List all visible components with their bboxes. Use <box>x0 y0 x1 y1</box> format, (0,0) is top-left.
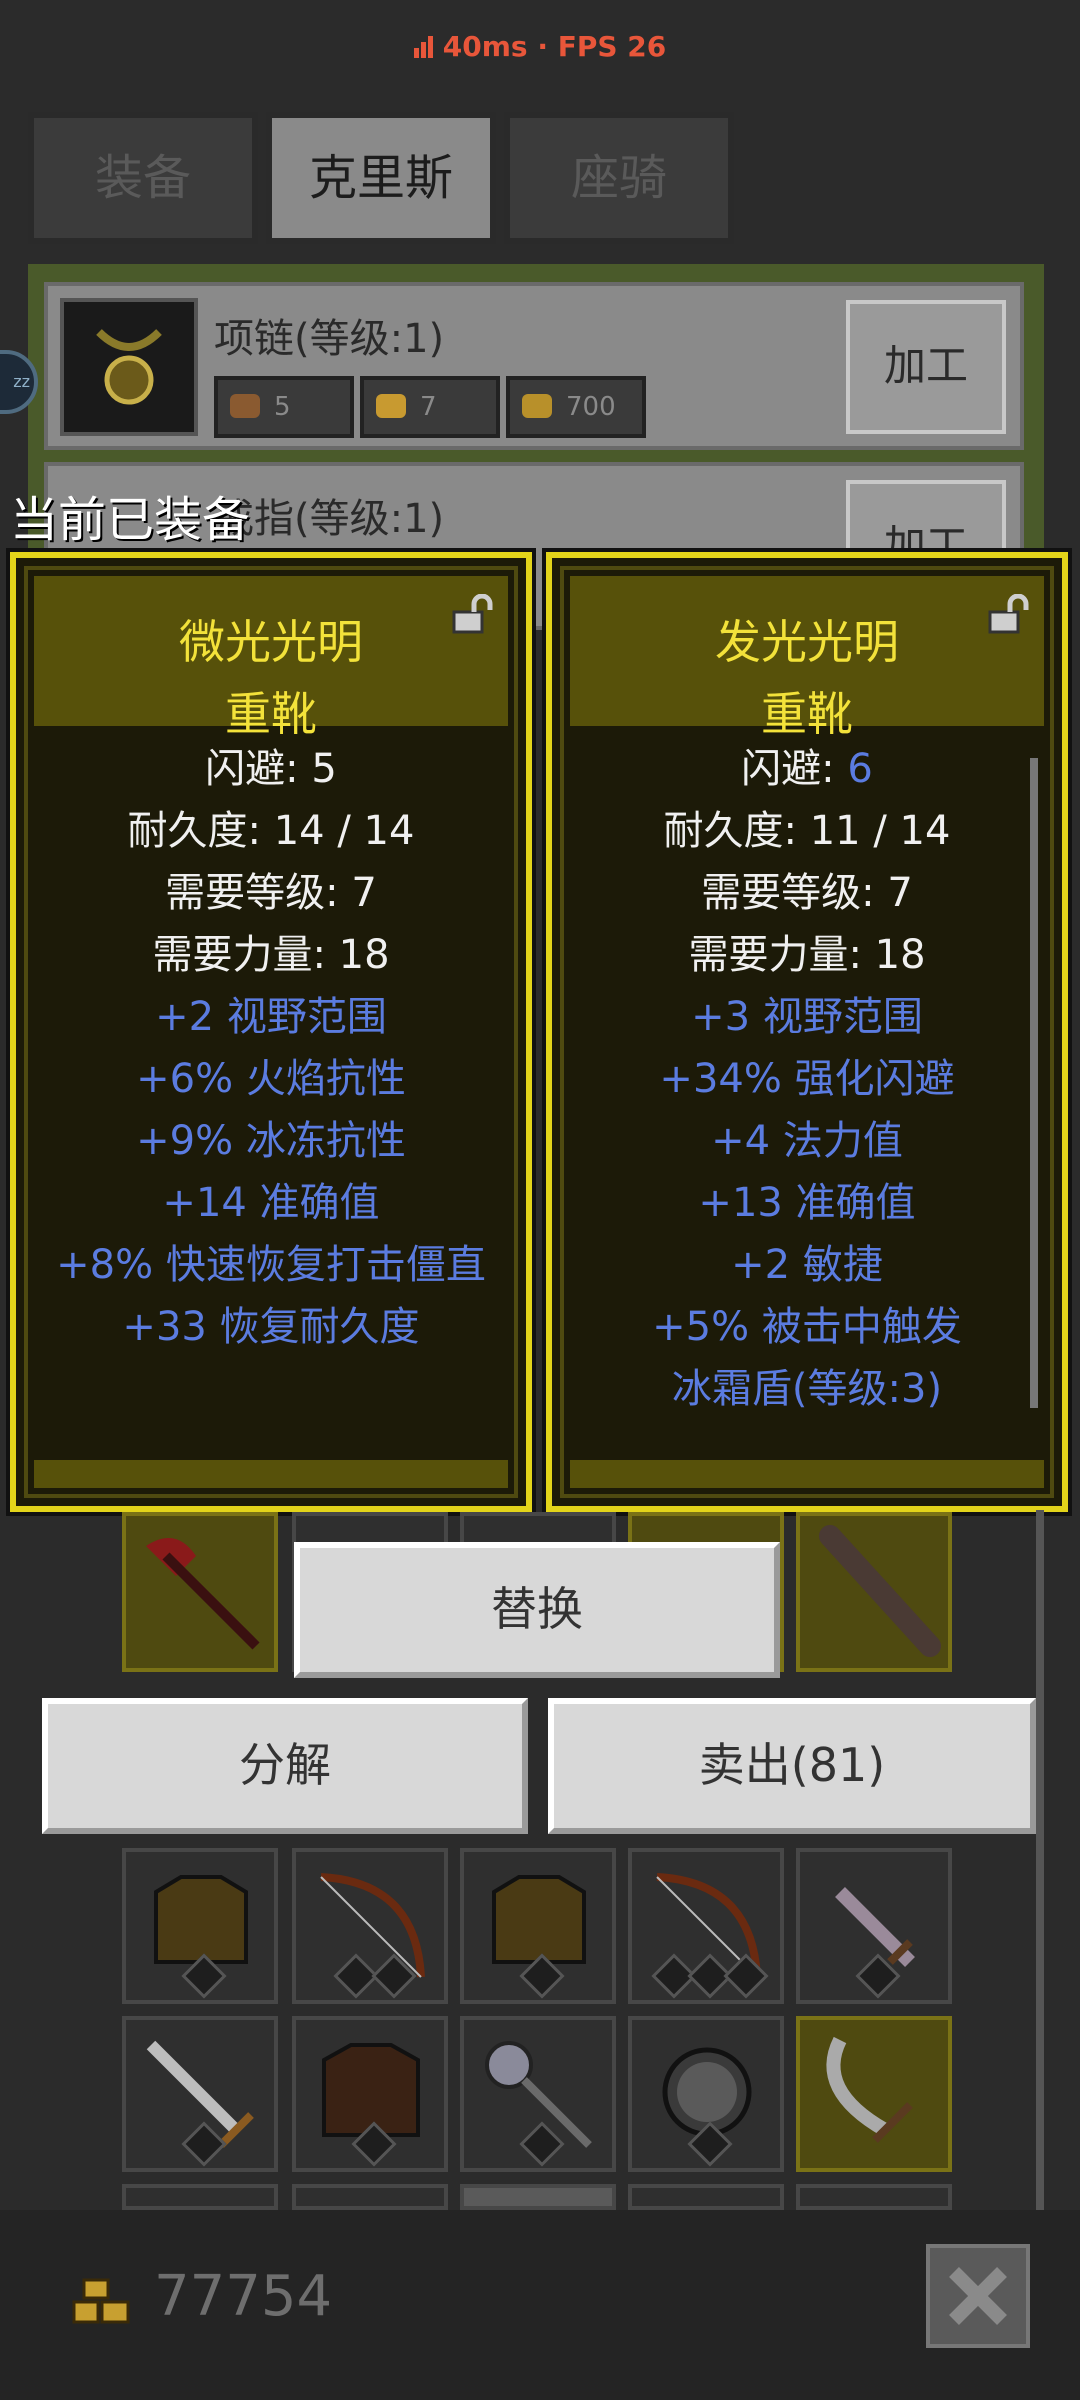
cost-ore: 5 <box>214 376 354 438</box>
necklace-icon <box>60 298 198 436</box>
inventory-slot-armor[interactable] <box>122 1848 278 2004</box>
bonus-line: +34% 强化闪避 <box>659 1056 955 1102</box>
ore-icon <box>230 394 260 418</box>
inventory-slot-shield[interactable] <box>628 2016 784 2172</box>
equipped-label: 当前已装备 <box>10 492 251 548</box>
bonus-line: +2 敏捷 <box>731 1242 883 1288</box>
craft-item-title: 项链(等级:1) <box>214 316 445 362</box>
tab-chris[interactable]: 克里斯 <box>266 112 496 244</box>
cost-ingot: 7 <box>360 376 500 438</box>
dodge-value: 6 <box>847 746 873 792</box>
item-name: 发光光明 <box>715 615 899 669</box>
salvage-button[interactable]: 分解 <box>42 1698 528 1834</box>
signal-icon <box>413 32 435 65</box>
cost-gold-value: 700 <box>566 392 616 422</box>
stat-line: 需要等级: 7 <box>165 870 377 916</box>
inventory-slot[interactable] <box>122 2184 278 2210</box>
bonus-line: +33 恢复耐久度 <box>122 1304 420 1350</box>
item-stats: 闪避: 5 耐久度: 14 / 14 需要等级: 7 需要力量: 18 +2 视… <box>34 738 508 1358</box>
new-item-card: 发光光明 重靴 闪避: 6 耐久度: 11 / 14 需要等级: 7 需要力量:… <box>542 548 1072 1516</box>
inventory-slot[interactable] <box>460 2184 616 2210</box>
ingot-icon <box>376 394 406 418</box>
ping-text: 40ms <box>442 30 528 63</box>
scimitar-icon <box>826 2036 913 2143</box>
bonus-line: +3 视野范围 <box>691 994 923 1040</box>
status-separator: · <box>537 30 548 63</box>
inventory-slot-sword[interactable] <box>122 2016 278 2172</box>
bonus-line: 冰霜盾(等级:3) <box>671 1366 943 1412</box>
bonus-line: +5% 被击中触发 <box>652 1304 962 1350</box>
card-footer <box>34 1460 508 1488</box>
inventory-slot-mace[interactable] <box>460 2016 616 2172</box>
item-type: 重靴 <box>761 687 853 741</box>
bonus-line: +9% 冰冻抗性 <box>136 1118 406 1164</box>
axe-icon <box>146 1538 260 1650</box>
stat-line: 需要等级: 7 <box>701 870 913 916</box>
inventory-slot[interactable] <box>292 2184 448 2210</box>
stat-line: 需要力量: 18 <box>688 932 926 978</box>
inventory-slot-club[interactable] <box>796 1512 952 1672</box>
inventory-slot[interactable] <box>796 2184 952 2210</box>
dodge-label: 闪避: <box>741 746 848 792</box>
sell-button[interactable]: 卖出(81) <box>548 1698 1036 1834</box>
fps-text: FPS 26 <box>557 30 667 63</box>
inventory-slot-dagger[interactable] <box>796 1848 952 2004</box>
inventory-slot-leather-armor[interactable] <box>292 2016 448 2172</box>
cost-ingot-value: 7 <box>420 392 437 422</box>
inventory-slot-axe[interactable] <box>122 1512 278 1672</box>
bonus-line: +4 法力值 <box>711 1118 903 1164</box>
tab-equipment[interactable]: 装备 <box>28 112 258 244</box>
gold-amount: 77754 <box>154 2264 333 2329</box>
bonus-line: +14 准确值 <box>162 1180 380 1226</box>
inventory-slot-scimitar[interactable] <box>796 2016 952 2172</box>
inventory-slot[interactable] <box>628 2184 784 2210</box>
stat-line-dodge: 闪避: 6 <box>570 738 1044 800</box>
item-type: 重靴 <box>225 687 317 741</box>
equipped-item-card: 微光光明 重靴 闪避: 5 耐久度: 14 / 14 需要等级: 7 需要力量:… <box>6 548 536 1516</box>
replace-button[interactable]: 替换 <box>294 1542 780 1678</box>
stat-line: 耐久度: 11 / 14 <box>663 808 951 854</box>
close-button[interactable] <box>926 2244 1030 2348</box>
bonus-line: +8% 快速恢复打击僵直 <box>56 1242 486 1288</box>
card-footer <box>570 1460 1044 1488</box>
stat-line: 闪避: 5 <box>205 746 337 792</box>
craft-row-necklace: 项链(等级:1) 5 7 700 加工 <box>44 282 1024 450</box>
cost-ore-value: 5 <box>274 392 291 422</box>
card-header: 发光光明 重靴 <box>570 576 1044 741</box>
club-icon <box>819 1525 941 1657</box>
stat-line: 耐久度: 14 / 14 <box>127 808 415 854</box>
item-stats: 闪避: 6 耐久度: 11 / 14 需要等级: 7 需要力量: 18 +3 视… <box>570 738 1044 1420</box>
gold-icon <box>522 394 552 418</box>
cost-gold: 700 <box>506 376 646 438</box>
inventory-slot-bow[interactable] <box>292 1848 448 2004</box>
bonus-line: +2 视野范围 <box>155 994 387 1040</box>
stats-scrollbar[interactable] <box>1030 758 1038 1408</box>
bonus-line: +6% 火焰抗性 <box>136 1056 406 1102</box>
item-name: 微光光明 <box>179 615 363 669</box>
unlock-icon[interactable] <box>986 594 1030 636</box>
card-header: 微光光明 重靴 <box>34 576 508 741</box>
inventory-slot-bow[interactable] <box>628 1848 784 2004</box>
inventory-scrollbar[interactable] <box>1036 1510 1044 2210</box>
gold-coins-icon <box>72 2278 130 2324</box>
bottom-bar: 77754 <box>0 2210 1080 2400</box>
craft-button[interactable]: 加工 <box>846 300 1006 434</box>
tab-mount[interactable]: 座骑 <box>504 112 734 244</box>
stat-line: 需要力量: 18 <box>152 932 390 978</box>
network-status: 40ms · FPS 26 <box>0 30 1080 65</box>
close-icon <box>949 2267 1007 2325</box>
inventory-slot-armor[interactable] <box>460 1848 616 2004</box>
unlock-icon[interactable] <box>450 594 494 636</box>
bonus-line: +13 准确值 <box>698 1180 916 1226</box>
